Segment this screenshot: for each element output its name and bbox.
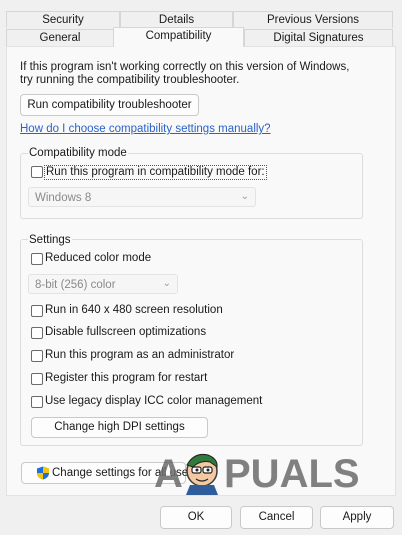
resolution-640x480-checkbox[interactable] [31, 305, 43, 317]
tab-digital-signatures[interactable]: Digital Signatures [244, 29, 393, 46]
color-mode-dropdown: 8-bit (256) color ⌄ [28, 274, 178, 294]
chevron-down-icon: ⌄ [162, 278, 171, 289]
reduced-color-checkbox[interactable] [31, 253, 43, 265]
apply-label: Apply [342, 511, 372, 523]
intro-text-line-1: If this program isn't working correctly … [20, 61, 350, 73]
register-restart-label[interactable]: Register this program for restart [45, 372, 207, 384]
compat-mode-checkbox[interactable] [31, 166, 43, 178]
legacy-icc-label[interactable]: Use legacy display ICC color management [45, 395, 262, 407]
tab-general[interactable]: General [6, 29, 114, 46]
reduced-color-label[interactable]: Reduced color mode [45, 252, 151, 264]
chevron-down-icon: ⌄ [240, 191, 249, 202]
compatibility-mode-label: Compatibility mode [28, 147, 128, 159]
change-dpi-button[interactable]: Change high DPI settings [31, 417, 208, 438]
color-mode-value: 8-bit (256) color [35, 279, 116, 291]
tab-security[interactable]: Security [6, 11, 120, 28]
manual-settings-link[interactable]: How do I choose compatibility settings m… [20, 123, 271, 135]
cancel-button[interactable]: Cancel [240, 506, 313, 529]
compat-os-dropdown: Windows 8 ⌄ [28, 187, 256, 207]
svg-text:A: A [154, 452, 183, 495]
settings-group [20, 239, 363, 446]
legacy-icc-checkbox[interactable] [31, 396, 43, 408]
shield-icon [36, 466, 50, 480]
run-as-admin-checkbox[interactable] [31, 350, 43, 362]
run-troubleshooter-button[interactable]: Run compatibility troubleshooter [20, 94, 199, 116]
compat-os-value: Windows 8 [35, 192, 92, 204]
svg-text:PUALS: PUALS [224, 452, 360, 495]
disable-fullscreen-label[interactable]: Disable fullscreen optimizations [45, 326, 206, 338]
intro-text-line-2: try running the compatibility troublesho… [20, 74, 240, 86]
register-restart-checkbox[interactable] [31, 373, 43, 385]
run-as-admin-label[interactable]: Run this program as an administrator [45, 349, 234, 361]
disable-fullscreen-checkbox[interactable] [31, 327, 43, 339]
tab-details[interactable]: Details [120, 11, 233, 28]
ok-button[interactable]: OK [160, 506, 232, 529]
apply-button[interactable]: Apply [320, 506, 394, 529]
settings-label: Settings [28, 234, 72, 246]
appuals-watermark: A PUALS [150, 447, 362, 496]
resolution-640x480-label[interactable]: Run in 640 x 480 screen resolution [45, 304, 223, 316]
tab-compatibility[interactable]: Compatibility [113, 27, 244, 47]
compatibility-mode-group [20, 153, 363, 219]
compat-mode-checkbox-label[interactable]: Run this program in compatibility mode f… [44, 165, 267, 180]
tab-previous-versions[interactable]: Previous Versions [233, 11, 393, 28]
